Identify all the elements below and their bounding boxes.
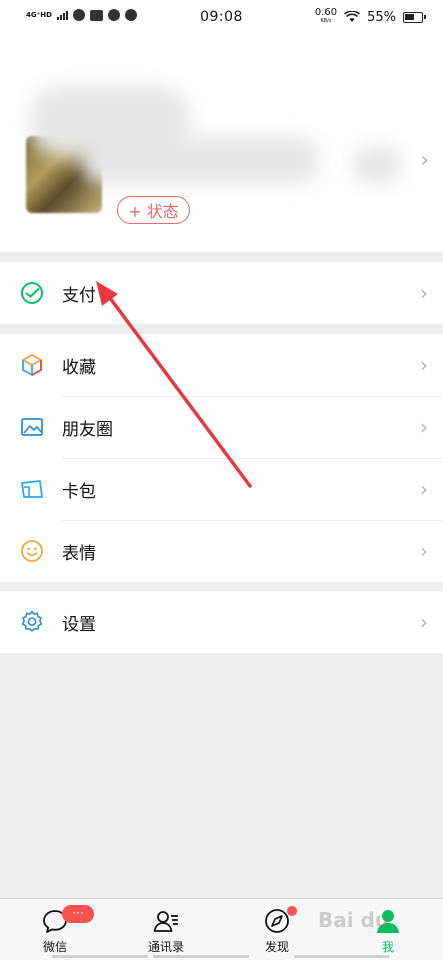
photo-icon (21, 418, 43, 436)
home-indicator (153, 955, 249, 958)
profile-header[interactable]: › + 状态 (0, 36, 443, 252)
tab-label: 通讯录 (147, 940, 184, 954)
tab-contacts[interactable]: 通讯录 (111, 899, 221, 960)
status-bar: 4G⁺HD 09:08 0.60 KB/s 55% (0, 0, 443, 36)
pay-group: 支付 › (0, 262, 443, 324)
tab-label: 我 (381, 940, 394, 954)
menu-item-cards[interactable]: 卡包 › (0, 458, 443, 520)
menu-item-label: 支付 (62, 285, 96, 306)
network-speed-unit: KB/s (320, 18, 332, 24)
menu-item-stickers[interactable]: 表情 › (0, 520, 443, 582)
tab-discover[interactable]: 发现 (222, 899, 332, 960)
home-indicator (52, 955, 148, 958)
menu-item-label: 朋友圈 (62, 419, 113, 440)
chevron-right-icon: › (420, 415, 428, 439)
chevron-right-icon: › (420, 353, 428, 377)
chevron-right-icon: › (420, 148, 429, 173)
redacted-id (80, 136, 320, 184)
tab-chats[interactable]: ··· 微信 (0, 899, 110, 960)
redacted-qr (352, 146, 402, 184)
menu-item-settings[interactable]: 设置 › (0, 591, 443, 653)
settings-group: 设置 › (0, 591, 443, 653)
battery-icon (403, 11, 426, 23)
menu-item-label: 卡包 (62, 481, 96, 502)
status-right: 0.60 KB/s 55% (315, 8, 426, 26)
contacts-icon (153, 911, 178, 932)
features-group: 收藏 › 朋友圈 › 卡包 › 表情 › (0, 334, 443, 582)
network-speed: 0.60 KB/s (315, 8, 337, 26)
card-wallet-icon (21, 480, 43, 498)
menu-item-label: 表情 (62, 543, 96, 564)
chevron-right-icon: › (420, 281, 428, 305)
unread-badge: ··· (62, 905, 94, 923)
menu-item-pay[interactable]: 支付 › (0, 262, 443, 324)
chevron-right-icon: › (420, 610, 428, 634)
menu-item-favorites[interactable]: 收藏 › (0, 334, 443, 396)
tab-label: 微信 (42, 940, 67, 954)
wifi-icon (344, 11, 361, 22)
chevron-right-icon: › (420, 539, 428, 563)
status-button[interactable]: + 状态 (117, 196, 190, 224)
home-indicator (294, 955, 390, 958)
cube-icon (22, 354, 42, 376)
battery-percent: 55% (367, 9, 396, 25)
tab-label: 发现 (264, 940, 289, 954)
watermark: Bai du (318, 908, 390, 932)
smiley-icon (21, 540, 43, 562)
gear-icon (21, 610, 43, 632)
menu-item-label: 设置 (62, 614, 96, 635)
new-moments-dot (287, 906, 297, 916)
wallet-check-icon (21, 282, 43, 304)
menu-item-moments[interactable]: 朋友圈 › (0, 396, 443, 458)
chevron-right-icon: › (420, 477, 428, 501)
menu-item-label: 收藏 (62, 357, 96, 378)
